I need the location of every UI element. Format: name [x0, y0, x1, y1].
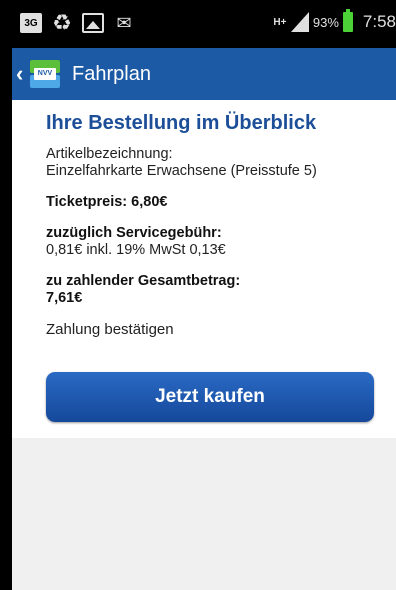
- buy-now-button[interactable]: Jetzt kaufen: [46, 372, 374, 422]
- total-label: zu zahlender Gesamtbetrag:: [46, 273, 241, 289]
- notification-icons: 3G ♻ ✉: [20, 10, 135, 35]
- app-frame: 3G ♻ ✉ H+ 93% 7:58 ‹ NVV Fahrplan Ihre B…: [12, 0, 396, 590]
- service-fee-block: zuzüglich Servicegebühr: 0,81€ inkl. 19%…: [46, 225, 374, 259]
- logo-text: NVV: [34, 68, 56, 80]
- app-title: Fahrplan: [72, 62, 151, 85]
- network-type-icon: H+: [273, 16, 287, 28]
- action-bar[interactable]: ‹ NVV Fahrplan: [12, 48, 396, 100]
- sim-3g-icon: 3G: [20, 13, 42, 33]
- total-value: 7,61€: [46, 290, 83, 306]
- total-block: zu zahlender Gesamtbetrag: 7,61€: [46, 273, 374, 307]
- system-status: H+ 93% 7:58: [273, 9, 396, 32]
- order-summary: Ihre Bestellung im Überblick Artikelbeze…: [12, 100, 396, 438]
- service-fee-label: zuzüglich Servicegebühr:: [46, 225, 222, 241]
- back-chevron-icon[interactable]: ‹: [16, 61, 26, 87]
- status-bar: 3G ♻ ✉ H+ 93% 7:58: [12, 0, 396, 48]
- signal-icon: [290, 12, 309, 32]
- battery-icon: [342, 9, 353, 32]
- empty-area: [12, 438, 396, 590]
- confirm-payment-text: Zahlung bestätigen: [46, 321, 174, 338]
- nvv-logo-icon[interactable]: NVV: [26, 56, 64, 92]
- article-label: Artikelbezeichnung:: [46, 146, 173, 162]
- image-icon: [82, 13, 104, 33]
- ticket-price: Ticketpreis: 6,80€: [46, 194, 168, 210]
- service-fee-value: 0,81€ inkl. 19% MwSt 0,13€: [46, 242, 226, 258]
- recycle-icon: ♻: [52, 10, 72, 35]
- clock: 7:58: [362, 12, 396, 31]
- article-value: Einzelfahrkarte Erwachsene (Preisstufe 5…: [46, 163, 317, 179]
- summary-heading: Ihre Bestellung im Überblick: [46, 112, 317, 134]
- article-block: Artikelbezeichnung: Einzelfahrkarte Erwa…: [46, 146, 374, 180]
- battery-percent: 93%: [312, 14, 339, 30]
- ticket-price-block: Ticketpreis: 6,80€: [46, 194, 374, 211]
- missed-call-icon: ✉: [116, 12, 132, 33]
